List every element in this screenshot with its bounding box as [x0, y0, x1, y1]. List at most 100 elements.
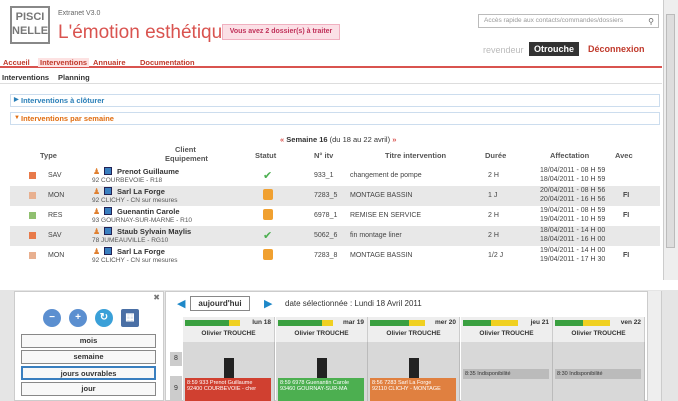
person-icon: ♟	[93, 167, 101, 176]
panel-interventions-cloturer[interactable]: ▶ Interventions à clôturer	[10, 94, 660, 107]
header: PISCI NELLE Extranet V3.0 L'émotion esthé…	[0, 0, 662, 58]
close-icon[interactable]: ✖	[153, 293, 160, 302]
search-icon[interactable]: ⚲	[648, 16, 654, 28]
intervention-title: MONTAGE BASSIN	[350, 192, 413, 199]
appointment-slot[interactable]: 8:59 6978 Guenantin Carole 93460 GOURNAY-…	[278, 378, 364, 401]
affectation-end: 19/04/2011 - 10 H 59	[540, 216, 606, 223]
subnav-planning[interactable]: Planning	[58, 73, 90, 82]
itv-number[interactable]: 6978_1	[314, 212, 337, 219]
today-button[interactable]: aujourd'hui	[190, 296, 250, 311]
view-jour-button[interactable]: jour	[21, 382, 156, 396]
slot-subtitle: 92400 COURBEVOIE - cher	[187, 386, 257, 392]
duration: 2 H	[488, 212, 499, 219]
nav-documentation[interactable]: Documentation	[140, 58, 195, 67]
itv-number[interactable]: 933_1	[314, 172, 333, 179]
technician-name: Olivier TROUCHE	[294, 330, 349, 337]
view-jours-ouvrables-button[interactable]: jours ouvrables	[21, 366, 156, 380]
logo-line1: PISCI	[15, 11, 45, 23]
view-mois-button[interactable]: mois	[21, 334, 156, 348]
intervention-title: MONTAGE BASSIN	[350, 252, 413, 259]
week-range: (du 18 au 22 avril)	[329, 135, 391, 144]
type-label: SAV	[48, 232, 62, 239]
id-card-icon[interactable]	[104, 187, 112, 195]
load-bar	[555, 320, 583, 326]
nav-interventions[interactable]: Interventions	[38, 58, 90, 67]
type-color-square	[29, 232, 36, 239]
col-affectation: Affectation	[550, 151, 590, 160]
next-day-icon[interactable]: ▶	[264, 297, 272, 310]
week-nav: « Semaine 16 (du 18 au 22 avril) »	[280, 135, 396, 144]
logout-link[interactable]: Déconnexion	[588, 44, 645, 54]
day-header[interactable]: ven 22 Olivier TROUCHE	[553, 317, 645, 342]
time-marker	[224, 358, 234, 378]
table-row[interactable]: MON ♟ Sarl La Forge 92 CLICHY - CN sur mesu…	[10, 186, 660, 206]
itv-number[interactable]: 5062_6	[314, 232, 337, 239]
save-icon[interactable]: ▦	[121, 309, 139, 327]
week-label: Semaine 16	[286, 135, 328, 144]
affectation-end: 20/04/2011 - 16 H 56	[540, 196, 606, 203]
client-name[interactable]: Sarl La Forge	[117, 187, 165, 196]
appointment-slot[interactable]: 8:30 Indisponibilité	[555, 369, 641, 379]
day-header[interactable]: mer 20 Olivier TROUCHE	[368, 317, 460, 342]
panel-interventions-semaine[interactable]: ▼ Interventions par semaine	[10, 112, 660, 125]
view-semaine-button[interactable]: semaine	[21, 350, 156, 364]
affectation-start: 20/04/2011 - 08 H 56	[540, 187, 606, 194]
table-header: Type Client Equipement Statut N° itv Tit…	[10, 144, 660, 166]
nav-accueil[interactable]: Accueil	[3, 58, 30, 67]
day-header[interactable]: lun 18 Olivier TROUCHE	[183, 317, 275, 342]
type-color-square	[29, 192, 36, 199]
id-card-icon[interactable]	[104, 207, 112, 215]
next-week-button[interactable]: »	[392, 135, 396, 144]
client-name[interactable]: Guenantin Carole	[117, 207, 180, 216]
day-header[interactable]: jeu 21 Olivier TROUCHE	[461, 317, 553, 342]
id-card-icon[interactable]	[104, 247, 112, 255]
intervention-title: changement de pompe	[350, 172, 422, 179]
sub-nav: Interventions Planning	[0, 70, 662, 84]
client-name[interactable]: Prenot Guillaume	[117, 167, 179, 176]
user-name[interactable]: Otrouche	[529, 42, 580, 56]
zoom-out-icon[interactable]: −	[43, 309, 61, 327]
client-name[interactable]: Staub Sylvain Maylis	[117, 227, 191, 236]
status-check-icon: ✔	[263, 230, 273, 242]
chevron-right-icon: ▶	[14, 97, 19, 103]
type-color-square	[29, 252, 36, 259]
table-row[interactable]: SAV ♟ Staub Sylvain Maylis 78 JUMEAUVILLE -…	[10, 226, 660, 246]
scrollbar-thumb[interactable]	[666, 14, 675, 248]
appointment-slot[interactable]: 8:59 933 Prenot Guillaume 92400 COURBEVOI…	[185, 378, 271, 401]
logo[interactable]: PISCI NELLE	[10, 6, 50, 44]
prev-week-button[interactable]: «	[280, 135, 284, 144]
itv-number[interactable]: 7283_5	[314, 192, 337, 199]
type-label: MON	[48, 192, 65, 199]
day-header[interactable]: mar 19 Olivier TROUCHE	[276, 317, 368, 342]
affectation-start: 18/04/2011 - 14 H 00	[540, 227, 606, 234]
refresh-icon[interactable]: ↻	[95, 309, 113, 327]
person-icon: ♟	[93, 187, 101, 196]
search-input[interactable]: Accès rapide aux contacts/commandes/doss…	[478, 14, 659, 28]
panel-title: Interventions par semaine	[21, 114, 114, 123]
zoom-in-icon[interactable]: +	[69, 309, 87, 327]
table-row[interactable]: SAV ♟ Prenot Guillaume 92 COURBEVOIE - R18 ✔…	[10, 166, 660, 186]
type-label: RES	[48, 212, 63, 219]
nav-annuaire[interactable]: Annuaire	[93, 58, 126, 67]
itv-number[interactable]: 7283_8	[314, 252, 337, 259]
table-row[interactable]: RES ♟ Guenantin Carole 93 GOURNAY-SUR-MARNE…	[10, 206, 660, 226]
slot-title: 8:35 Indisponibilité	[465, 371, 511, 377]
id-card-icon[interactable]	[104, 227, 112, 235]
day-name: mar 19	[343, 319, 364, 326]
subnav-interventions[interactable]: Interventions	[2, 73, 49, 82]
load-bar-remaining	[322, 320, 333, 326]
id-card-icon[interactable]	[104, 167, 112, 175]
user-role: revendeur	[483, 45, 524, 55]
status-lock-icon	[263, 209, 273, 220]
with-label: FI	[623, 212, 630, 219]
prev-day-icon[interactable]: ◀	[177, 297, 185, 310]
col-duree: Durée	[485, 151, 507, 160]
with-label: FI	[623, 252, 630, 259]
table-row[interactable]: MON ♟ Sarl La Forge 92 CLICHY - CN sur mesu…	[10, 246, 660, 266]
alert-badge[interactable]: Vous avez 2 dossier(s) à traiter	[222, 24, 340, 40]
appointment-slot[interactable]: 8:35 Indisponibilité	[463, 369, 549, 379]
calendar-scrollbar[interactable]	[647, 291, 661, 401]
appointment-slot[interactable]: 8:56 7283 Sarl La Forge 92110 CLICHY - MO…	[370, 378, 456, 401]
affectation-end: 18/04/2011 - 10 H 59	[540, 176, 606, 183]
client-name[interactable]: Sarl La Forge	[117, 247, 165, 256]
